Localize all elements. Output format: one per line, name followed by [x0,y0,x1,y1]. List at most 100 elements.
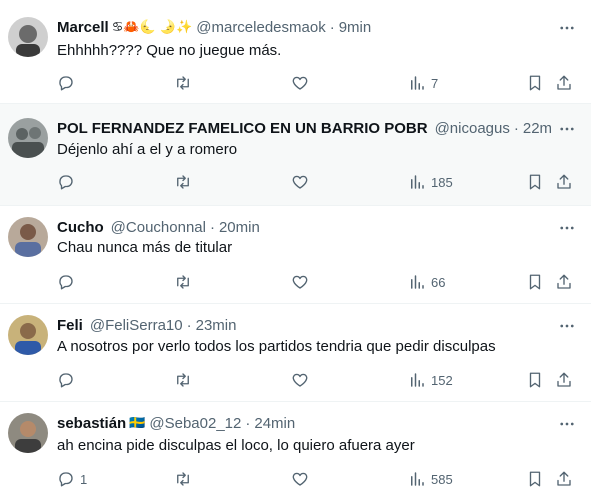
author-handle[interactable]: @Couchonnal [111,218,206,238]
avatar[interactable] [8,413,48,453]
tweet[interactable]: sebastián 🇸🇪 @Seba02_12 · 24min ah encin… [0,402,591,504]
avatar[interactable] [8,217,48,257]
reply-button[interactable] [57,370,80,390]
like-icon [292,76,308,90]
retweet-icon [177,472,189,486]
share-button[interactable] [555,370,573,390]
views-button[interactable]: 185 [408,172,453,192]
name-emoji: ♋🦀🌜 🌛✨ [111,20,193,35]
author-name[interactable]: sebastián [57,414,126,434]
tweet-text: A nosotros por verlo todos los partidos … [57,338,496,355]
timestamp[interactable]: 23min [196,316,237,336]
author-name[interactable]: Marcell [57,18,109,38]
action-bar: 152 [0,370,591,390]
like-icon [292,472,308,486]
reply-button[interactable] [57,73,80,93]
tweet[interactable]: POL FERNANDEZ FAMELICO EN UN BARRIO POBR… [0,104,591,206]
bookmark-icon [529,274,541,290]
action-bar: 185 [0,172,591,192]
author-name[interactable]: Feli [57,316,83,336]
timestamp[interactable]: 9min [339,18,372,38]
bookmark-icon [529,174,541,190]
retweet-button[interactable] [174,272,192,292]
action-bar: 7 [0,73,591,93]
author-handle[interactable]: @marceledesmaok [196,18,325,38]
retweet-icon [177,76,189,90]
author-handle[interactable]: @nicoagus [435,119,510,139]
tweet[interactable]: Marcell ♋🦀🌜 🌛✨ @marceledesmaok · 9min Eh… [0,0,591,104]
views-count: 185 [431,174,453,190]
tweet-text: Ehhhhh???? Que no juegue más. [57,42,282,59]
tweet-text: Chau nunca más de titular [57,239,233,256]
author-handle[interactable]: @Seba02_12 [149,414,241,434]
share-button[interactable] [555,469,573,489]
views-icon [411,373,424,387]
like-button[interactable] [291,469,309,489]
reply-button[interactable] [57,272,80,292]
views-button[interactable]: 585 [408,469,453,489]
tweet-text: Déjenlo ahí a el y a romero [57,141,238,158]
reply-icon [59,175,73,190]
views-count: 585 [431,471,453,487]
bookmark-button[interactable] [526,370,544,390]
tweet[interactable]: Cucho @Couchonnal · 20min Chau nunca más… [0,206,591,304]
reply-button[interactable]: 1 [57,469,87,489]
timestamp[interactable]: 20min [219,218,260,238]
like-button[interactable] [291,172,309,192]
name-emoji: 🇸🇪 [129,416,146,431]
share-icon [557,174,571,189]
bookmark-icon [529,471,541,487]
avatar[interactable] [8,315,48,355]
like-icon [292,275,308,289]
bookmark-icon [529,75,541,91]
more-icon[interactable] [557,119,577,139]
views-count: 152 [431,372,453,388]
timestamp[interactable]: 24min [254,414,295,434]
author-name[interactable]: POL FERNANDEZ FAMELICO EN UN BARRIO POBR [57,119,428,139]
separator-dot: · [245,415,251,432]
reply-button[interactable] [57,172,80,192]
views-button[interactable]: 7 [408,73,438,93]
action-bar: 1 585 [0,469,591,489]
more-icon[interactable] [557,218,577,238]
more-icon[interactable] [557,414,577,434]
retweet-icon [177,373,189,387]
views-button[interactable]: 66 [408,272,445,292]
retweet-button[interactable] [174,370,192,390]
like-button[interactable] [291,272,309,292]
reply-icon [59,472,73,487]
bookmark-button[interactable] [526,469,544,489]
avatar[interactable] [8,17,48,57]
reply-icon [59,76,73,91]
bookmark-button[interactable] [526,73,544,93]
retweet-button[interactable] [174,73,192,93]
author-name[interactable]: Cucho [57,218,104,238]
share-button[interactable] [555,73,573,93]
tweet[interactable]: Feli @FeliSerra10 · 23min A nosotros por… [0,304,591,402]
like-icon [292,175,308,189]
more-icon[interactable] [557,18,577,38]
views-icon [411,175,424,189]
views-icon [411,275,424,289]
avatar[interactable] [8,118,48,158]
bookmark-button[interactable] [526,172,544,192]
share-button[interactable] [555,272,573,292]
timestamp[interactable]: 22min [523,119,551,139]
separator-dot: · [513,120,519,137]
retweet-button[interactable] [174,172,192,192]
more-icon[interactable] [557,316,577,336]
share-button[interactable] [555,172,573,192]
views-icon [411,472,424,486]
like-button[interactable] [291,73,309,93]
views-icon [411,76,424,90]
bookmark-button[interactable] [526,272,544,292]
views-button[interactable]: 152 [408,370,453,390]
views-count: 66 [431,274,446,290]
retweet-button[interactable] [174,469,192,489]
share-icon [557,75,571,90]
author-handle[interactable]: @FeliSerra10 [90,316,183,336]
reply-icon [59,275,73,290]
reply-feed: Marcell ♋🦀🌜 🌛✨ @marceledesmaok · 9min Eh… [0,0,591,504]
share-icon [557,372,571,387]
like-button[interactable] [291,370,309,390]
